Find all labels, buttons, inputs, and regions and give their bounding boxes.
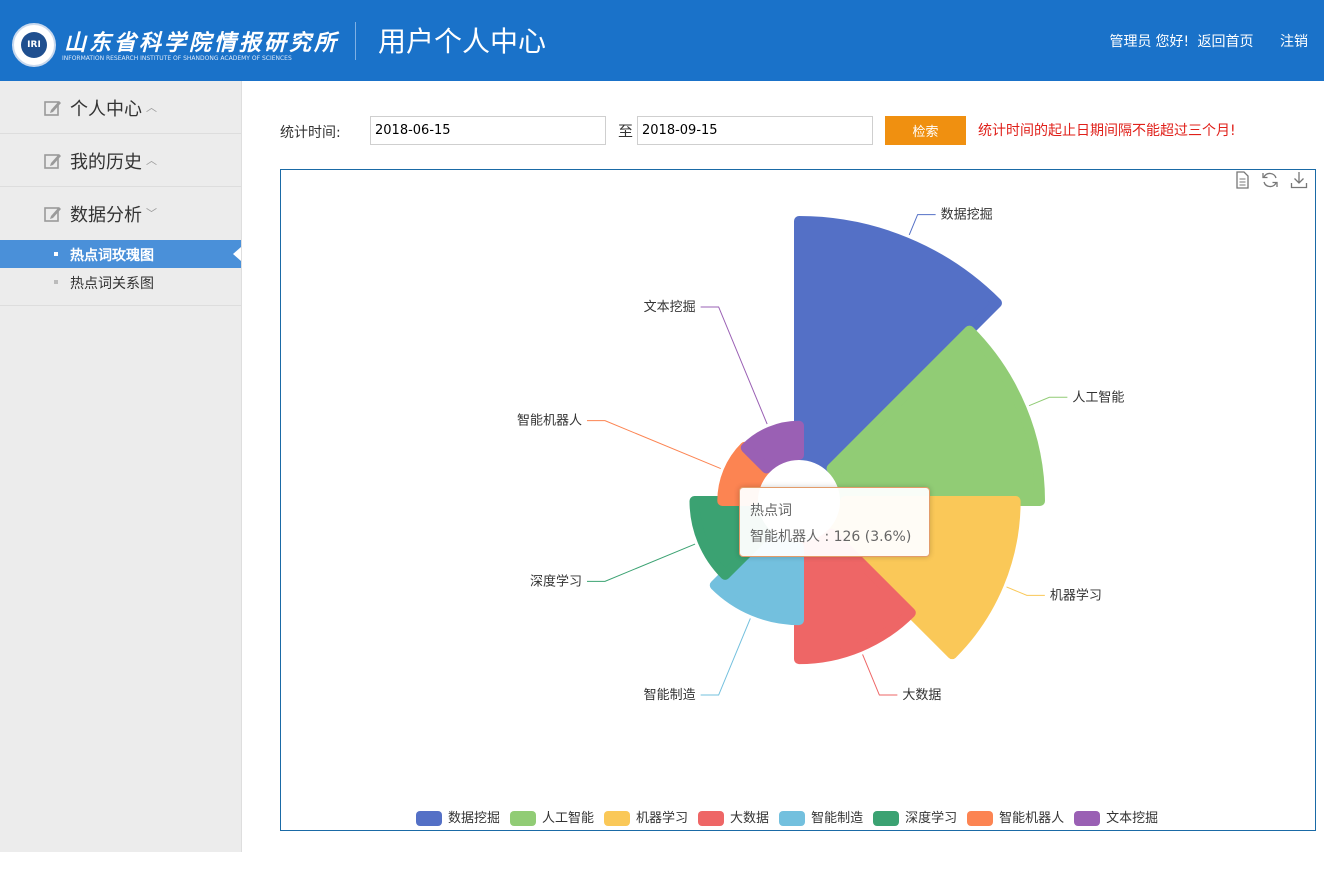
slice-label-intelligent-robot: 智能机器人	[517, 414, 582, 429]
label-line-machine-learning	[1006, 586, 1045, 596]
legend-swatch	[1074, 811, 1101, 826]
tooltip-title: 热点词	[750, 503, 792, 519]
legend-label: 大数据	[730, 811, 770, 826]
legend-label: 机器学习	[636, 811, 689, 826]
warning-text: 统计时间的起止日期间隔不能超过三个月!	[978, 123, 1236, 139]
to-text: 至	[618, 122, 634, 140]
legend-swatch	[779, 811, 806, 826]
legend-swatch	[698, 811, 725, 826]
legend-item-smart-manufacturing[interactable]: 智能制造	[779, 807, 863, 826]
sidebar-item-hotword-relation[interactable]: 热点词关系图	[0, 268, 241, 296]
legend-swatch	[873, 811, 900, 826]
logout-link[interactable]: 注销	[1280, 34, 1308, 50]
legend-item-big-data[interactable]: 大数据	[698, 807, 769, 826]
bullet-icon	[54, 280, 58, 284]
end-date-input[interactable]	[637, 116, 873, 145]
legend-swatch	[510, 811, 537, 826]
greeting-text: 您好!	[1155, 34, 1190, 50]
sidebar-group-label: 个人中心	[70, 99, 142, 120]
bullet-icon	[54, 252, 58, 256]
legend-item-ai[interactable]: 人工智能	[510, 807, 594, 826]
filter-label: 统计时间:	[280, 125, 341, 141]
home-link[interactable]: 返回首页	[1198, 34, 1254, 50]
slice-label-ai: 人工智能	[1072, 390, 1124, 405]
sidebar: 个人中心 ︿ 我的历史 ︿ 数据分析 ﹀ 热点词玫瑰图 热点词关系图	[0, 81, 242, 852]
page-title: 用户个人中心	[378, 25, 547, 58]
legend-label: 数据挖掘	[448, 811, 501, 826]
slice-label-deep-learning: 深度学习	[530, 573, 582, 589]
rose-slice-text-mining[interactable]	[740, 420, 804, 474]
legend-label: 文本挖掘	[1106, 811, 1159, 826]
chevron-up-icon: ︿	[146, 154, 157, 167]
label-line-big-data	[862, 654, 898, 696]
chart-legend: 数据挖掘 人工智能 机器学习 大数据 智能制造 深度学习 智能机器人 文本挖掘	[416, 806, 1168, 826]
legend-label: 深度学习	[905, 811, 958, 826]
tooltip-text: 智能机器人 : 126 (3.6%)	[750, 529, 912, 545]
legend-item-intelligent-robot[interactable]: 智能机器人	[967, 807, 1064, 826]
institute-name: 山东省科学院情报研究所	[64, 30, 340, 56]
chevron-up-icon: ︿	[146, 101, 157, 114]
legend-label: 智能制造	[811, 811, 864, 826]
legend-swatch	[416, 811, 442, 826]
institute-name-en: INFORMATION RESEARCH INSTITUTE OF SHANDO…	[62, 55, 292, 62]
slice-label-data-mining: 数据挖掘	[941, 208, 993, 223]
header-divider	[355, 22, 356, 60]
sidebar-item-hotword-rose[interactable]: 热点词玫瑰图	[0, 240, 241, 268]
slice-label-text-mining: 文本挖掘	[644, 300, 696, 315]
legend-swatch	[604, 811, 631, 826]
edit-icon	[44, 154, 61, 169]
search-button[interactable]: 检索	[885, 116, 966, 145]
label-line-intelligent-robot	[586, 420, 721, 470]
sidebar-group-history[interactable]: 我的历史 ︿	[0, 134, 241, 187]
sidebar-group-label: 我的历史	[70, 152, 142, 173]
legend-label: 人工智能	[542, 811, 595, 826]
header-links: 管理员 您好! 返回首页 注销	[1105, 31, 1308, 51]
slice-label-smart-manufacturing: 智能制造	[644, 688, 696, 703]
sidebar-group-label: 数据分析	[70, 205, 142, 226]
edit-icon	[44, 207, 61, 222]
slice-label-big-data: 大数据	[902, 688, 941, 703]
chart-tooltip: 热点词 智能机器人 : 126 (3.6%)	[739, 487, 930, 557]
label-line-text-mining	[700, 306, 768, 425]
edit-icon	[44, 101, 61, 116]
top-header: IRI 山东省科学院情报研究所 INFORMATION RESEARCH INS…	[0, 0, 1324, 81]
legend-item-deep-learning[interactable]: 深度学习	[873, 807, 957, 826]
sidebar-item-label: 热点词玫瑰图	[70, 248, 154, 264]
legend-item-text-mining[interactable]: 文本挖掘	[1074, 807, 1158, 826]
rose-chart: 数据挖掘人工智能机器学习大数据 智能制造 深度学习 智能机器人 文本挖掘	[517, 208, 1124, 703]
logo-mark: IRI	[21, 32, 47, 58]
sidebar-item-label: 热点词关系图	[70, 276, 154, 292]
label-line-data-mining	[908, 214, 936, 236]
institute-logo: IRI	[12, 23, 56, 67]
legend-swatch	[967, 811, 994, 826]
label-line-ai	[1028, 396, 1068, 407]
sidebar-group-personal-center[interactable]: 个人中心 ︿	[0, 81, 241, 134]
chevron-down-icon: ﹀	[146, 207, 157, 220]
start-date-input[interactable]	[370, 116, 606, 145]
label-line-deep-learning	[586, 543, 696, 582]
legend-label: 智能机器人	[999, 811, 1065, 826]
sidebar-divider	[0, 296, 241, 306]
label-line-smart-manufacturing	[700, 618, 751, 696]
legend-item-machine-learning[interactable]: 机器学习	[604, 807, 688, 826]
slice-label-machine-learning: 机器学习	[1050, 587, 1102, 603]
active-indicator	[233, 247, 241, 261]
sidebar-group-data-analysis[interactable]: 数据分析 ﹀	[0, 187, 241, 240]
legend-item-data-mining[interactable]: 数据挖掘	[416, 807, 500, 826]
user-name: 管理员	[1109, 34, 1152, 50]
